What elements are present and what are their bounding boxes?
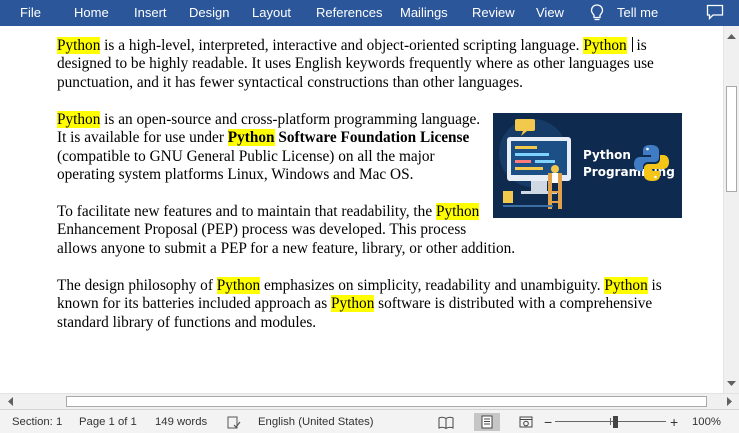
- horizontal-scroll-thumb[interactable]: [66, 396, 707, 407]
- tab-review[interactable]: Review: [472, 0, 515, 26]
- highlighted-word: Python: [216, 276, 261, 294]
- paragraph-text: The design philosophy of: [57, 276, 217, 294]
- web-layout-icon[interactable]: [513, 413, 539, 431]
- zoom-level[interactable]: 100%: [692, 410, 721, 433]
- python-programming-image[interactable]: Python Programming: [493, 112, 682, 218]
- paragraph-4: The design philosophy of Python emphasiz…: [57, 276, 682, 332]
- ribbon-tab-bar: File Home Insert Design Layout Reference…: [0, 0, 739, 26]
- zoom-out-button[interactable]: −: [544, 410, 552, 433]
- lightbulb-icon[interactable]: [589, 3, 605, 23]
- scroll-up-icon[interactable]: [724, 28, 739, 43]
- language-indicator[interactable]: English (United States): [258, 410, 374, 433]
- print-layout-icon[interactable]: [474, 413, 500, 431]
- vertical-scrollbar[interactable]: [723, 26, 739, 393]
- tab-insert[interactable]: Insert: [134, 0, 167, 26]
- word-count[interactable]: 149 words: [155, 410, 207, 433]
- tell-me-search[interactable]: Tell me: [617, 0, 658, 26]
- highlighted-word: Python: [331, 295, 375, 313]
- tab-file[interactable]: File: [20, 0, 41, 26]
- paragraph-1: Python is a high-level, interpreted, int…: [57, 37, 682, 92]
- highlighted-word: Python: [227, 129, 275, 147]
- document-area[interactable]: Python is a high-level, interpreted, int…: [0, 26, 723, 393]
- tab-references[interactable]: References: [316, 0, 382, 26]
- zoom-slider-center-tick: [610, 418, 611, 425]
- tab-layout[interactable]: Layout: [252, 0, 291, 26]
- image-title-line1: Python: [583, 148, 631, 162]
- section-indicator[interactable]: Section: 1: [12, 410, 62, 433]
- tab-view[interactable]: View: [536, 0, 564, 26]
- comment-icon[interactable]: [706, 4, 724, 21]
- horizontal-scrollbar[interactable]: [0, 393, 739, 409]
- highlighted-word: Python: [604, 276, 648, 294]
- zoom-slider-thumb[interactable]: [613, 416, 618, 428]
- highlighted-word: Python: [435, 203, 480, 221]
- highlighted-word: Python: [57, 37, 101, 54]
- highlighted-word: Python: [57, 110, 101, 128]
- page-count[interactable]: Page 1 of 1: [79, 410, 137, 433]
- paragraph-text: Enhancement Proposal (PEP) process was d…: [57, 221, 516, 257]
- vertical-scroll-thumb[interactable]: [726, 86, 737, 192]
- paragraph-text: To facilitate new features and to mainta…: [57, 203, 436, 221]
- zoom-in-button[interactable]: +: [670, 410, 678, 433]
- tab-mailings[interactable]: Mailings: [400, 0, 448, 26]
- scroll-down-icon[interactable]: [724, 376, 739, 391]
- highlighted-word: Python: [583, 37, 627, 54]
- bold-text: Software Foundation License: [274, 129, 470, 147]
- tab-design[interactable]: Design: [189, 0, 229, 26]
- read-mode-icon[interactable]: [433, 413, 459, 431]
- paragraph-text: is a high-level, interpreted, interactiv…: [100, 37, 584, 54]
- document-page[interactable]: Python is a high-level, interpreted, int…: [57, 37, 682, 351]
- scroll-right-icon[interactable]: [722, 394, 737, 409]
- proofing-icon[interactable]: [227, 415, 241, 429]
- status-bar: Section: 1 Page 1 of 1 149 words English…: [0, 409, 739, 433]
- scroll-left-icon[interactable]: [2, 394, 17, 409]
- paragraph-text: (compatible to GNU General Public Licens…: [57, 147, 435, 184]
- tab-home[interactable]: Home: [74, 0, 109, 26]
- paragraph-text: emphasizes on simplicity, readability an…: [260, 276, 605, 294]
